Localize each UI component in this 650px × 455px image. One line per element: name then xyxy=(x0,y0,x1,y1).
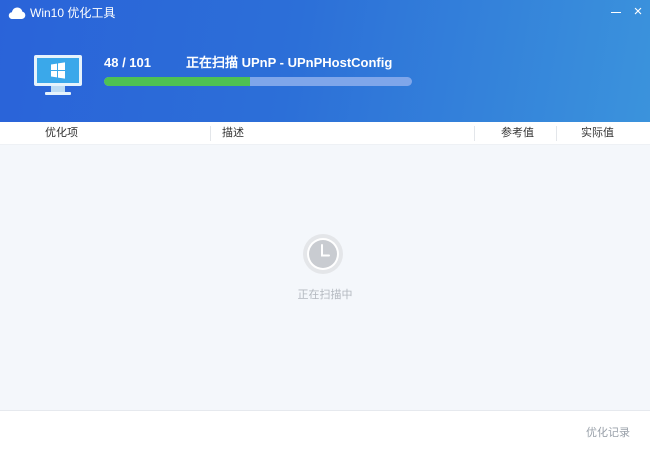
clock-icon xyxy=(303,234,343,274)
column-divider xyxy=(556,126,557,141)
column-header-item: 优化项 xyxy=(45,127,78,139)
optimization-history-link[interactable]: 优化记录 xyxy=(586,427,630,439)
close-button[interactable]: × xyxy=(628,2,648,22)
scan-status-text: 正在扫描 UPnP - UPnPHostConfig xyxy=(186,55,393,70)
title-bar: Win10 优化工具 × xyxy=(0,0,650,26)
monitor-windows-icon xyxy=(34,55,82,95)
column-divider xyxy=(210,126,211,141)
scan-progress-fill xyxy=(104,77,251,86)
column-header-reference: 参考值 xyxy=(501,127,534,139)
empty-state-text: 正在扫描中 xyxy=(297,289,353,301)
window-title: Win10 优化工具 xyxy=(30,6,116,20)
scan-progress-bar xyxy=(104,77,412,86)
header-banner: Win10 优化工具 × 48 / 101 正在扫描 UPnP - UPnPHo… xyxy=(0,0,650,122)
column-header-actual: 实际值 xyxy=(581,127,614,139)
footer-bar xyxy=(0,410,650,455)
column-header-description: 描述 xyxy=(222,127,244,139)
table-header: 优化项 描述 参考值 实际值 xyxy=(0,122,650,145)
minimize-button[interactable] xyxy=(606,2,626,22)
column-divider xyxy=(474,126,475,141)
cloud-icon xyxy=(8,7,26,19)
progress-count: 48 / 101 xyxy=(104,55,151,70)
